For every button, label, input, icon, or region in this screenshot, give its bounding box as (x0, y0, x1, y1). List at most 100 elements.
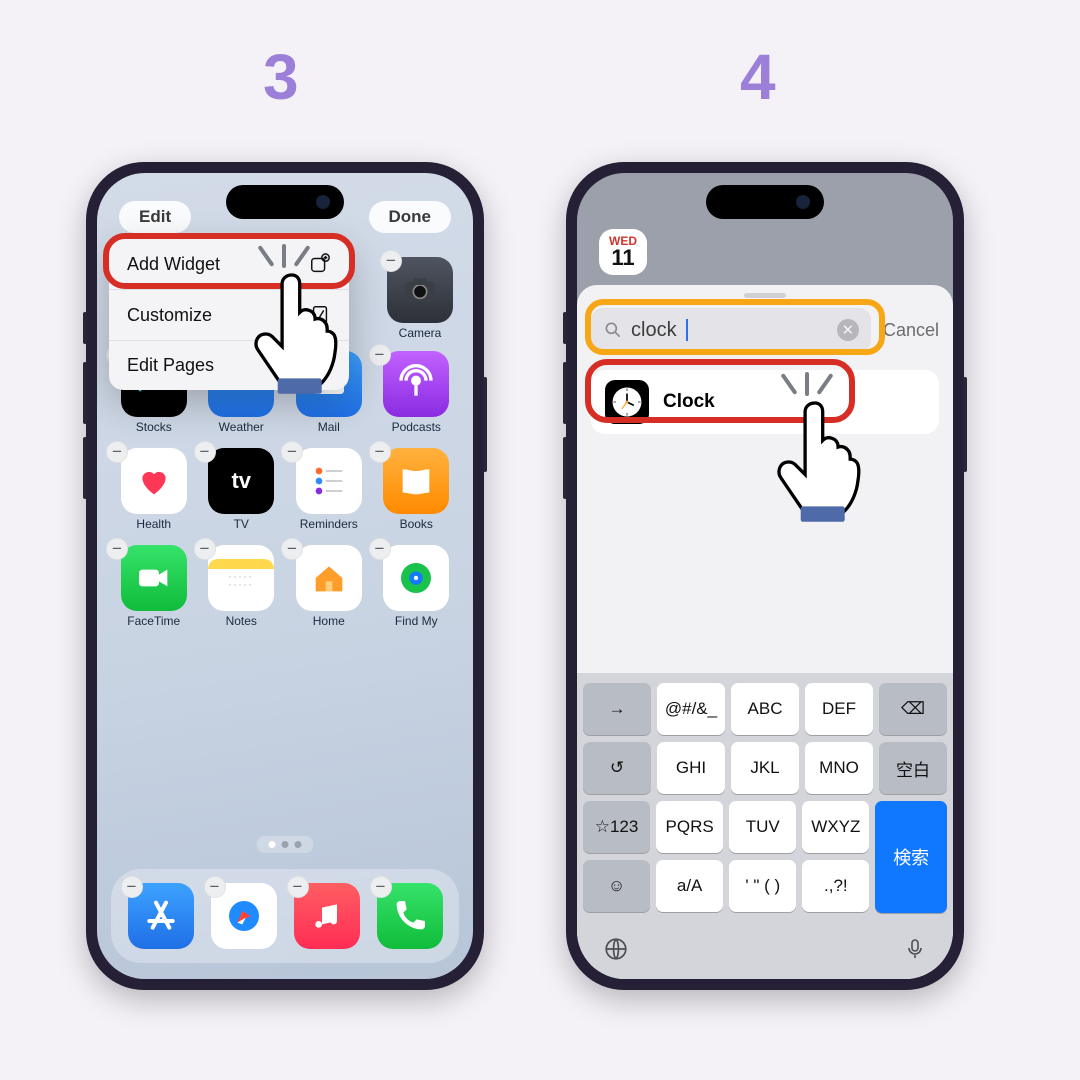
key-def[interactable]: DEF (805, 683, 873, 735)
app-label: Reminders (300, 517, 358, 531)
edit-button[interactable]: Edit (119, 201, 191, 233)
dock-music[interactable]: − (294, 883, 360, 949)
page-indicator[interactable] (257, 836, 314, 853)
phone-step-4: WED 11 clock ✕ Cancel (566, 162, 964, 990)
key-space[interactable]: 空白 (879, 742, 947, 794)
search-result-clock[interactable]: Clock (591, 370, 939, 434)
key-abc[interactable]: ABC (731, 683, 799, 735)
remove-badge-icon[interactable]: − (281, 441, 303, 463)
key-ghi[interactable]: GHI (657, 742, 725, 794)
remove-badge-icon[interactable]: − (204, 876, 226, 898)
key-mno[interactable]: MNO (805, 742, 873, 794)
calendar-widget-peek: WED 11 (599, 229, 647, 275)
search-icon (603, 320, 623, 340)
tap-cursor-icon (771, 392, 881, 529)
key-search[interactable]: 検索 (875, 801, 947, 913)
app-label: Weather (219, 420, 264, 434)
facetime-icon (121, 545, 187, 611)
keyboard: → @#/&_ ABC DEF ⌫ ↺ GHI JKL MNO 空白 (577, 673, 953, 979)
remove-badge-icon[interactable]: − (194, 441, 216, 463)
mic-icon[interactable] (903, 937, 927, 967)
step-number-3: 3 (263, 40, 299, 114)
tap-cursor-icon (248, 264, 358, 401)
key-quotes[interactable]: ' " ( ) (729, 860, 796, 912)
podcasts-icon (383, 351, 449, 417)
key-num-mode[interactable]: ☆123 (583, 801, 650, 853)
key-wxyz[interactable]: WXYZ (802, 801, 869, 853)
menu-add-widget-label: Add Widget (127, 254, 220, 275)
app-health[interactable]: − Health (113, 448, 195, 531)
menu-edit-pages-label: Edit Pages (127, 355, 214, 376)
remove-badge-icon[interactable]: − (369, 344, 391, 366)
phone-step-3: Edit Done Add Widget Customize Edit Page… (86, 162, 484, 990)
app-facetime[interactable]: − FaceTime (113, 545, 195, 628)
key-jkl[interactable]: JKL (731, 742, 799, 794)
books-icon (383, 448, 449, 514)
app-label: FaceTime (127, 614, 180, 628)
key-case[interactable]: a/A (656, 860, 723, 912)
app-reminders[interactable]: − Reminders (288, 448, 370, 531)
app-label: Camera (399, 326, 442, 340)
app-label: TV (234, 517, 249, 531)
screen-step-4: WED 11 clock ✕ Cancel (577, 173, 953, 979)
dock-appstore[interactable]: − (128, 883, 194, 949)
remove-badge-icon[interactable]: − (106, 441, 128, 463)
key-symbols[interactable]: @#/&_ (657, 683, 725, 735)
reminders-icon (296, 448, 362, 514)
cancel-button[interactable]: Cancel (883, 320, 939, 341)
app-label: Health (136, 517, 171, 531)
tv-icon: tv (208, 448, 274, 514)
key-undo[interactable]: ↺ (583, 742, 651, 794)
dynamic-island (706, 185, 824, 219)
text-cursor (686, 319, 688, 341)
search-value: clock (631, 319, 677, 342)
key-punct[interactable]: .,?! (802, 860, 869, 912)
findmy-icon (383, 545, 449, 611)
app-podcasts[interactable]: − Podcasts (376, 351, 458, 434)
widget-search-sheet: clock ✕ Cancel (577, 285, 953, 979)
done-button[interactable]: Done (369, 201, 452, 233)
dock-phone[interactable]: − (377, 883, 443, 949)
dock: − − − − (111, 869, 459, 963)
remove-badge-icon[interactable]: − (106, 538, 128, 560)
app-label: Stocks (136, 420, 172, 434)
menu-customize-label: Customize (127, 305, 212, 326)
globe-icon[interactable] (603, 936, 629, 968)
app-label: Books (400, 517, 433, 531)
key-pqrs[interactable]: PQRS (656, 801, 723, 853)
app-label: Notes (226, 614, 257, 628)
app-label: Mail (318, 420, 340, 434)
remove-badge-icon[interactable]: − (380, 250, 402, 272)
home-icon (296, 545, 362, 611)
remove-badge-icon[interactable]: − (281, 538, 303, 560)
remove-badge-icon[interactable]: − (369, 441, 391, 463)
notes-icon (208, 545, 274, 611)
remove-badge-icon[interactable]: − (287, 876, 309, 898)
remove-badge-icon[interactable]: − (369, 538, 391, 560)
app-home[interactable]: − Home (288, 545, 370, 628)
key-tuv[interactable]: TUV (729, 801, 796, 853)
result-label: Clock (663, 391, 715, 413)
step-number-4: 4 (740, 40, 776, 114)
app-tv[interactable]: − tv TV (201, 448, 283, 531)
remove-badge-icon[interactable]: − (194, 538, 216, 560)
app-books[interactable]: − Books (376, 448, 458, 531)
remove-badge-icon[interactable]: − (370, 876, 392, 898)
app-findmy[interactable]: − Find My (376, 545, 458, 628)
key-backspace[interactable]: ⌫ (879, 683, 947, 735)
app-label: Podcasts (392, 420, 441, 434)
app-label: Home (313, 614, 345, 628)
clock-app-icon (605, 380, 649, 424)
key-emoji[interactable]: ☺ (583, 860, 650, 912)
app-notes[interactable]: − Notes (201, 545, 283, 628)
day-number: 11 (609, 247, 637, 269)
remove-badge-icon[interactable]: − (121, 876, 143, 898)
dynamic-island (226, 185, 344, 219)
app-camera[interactable]: − Camera (387, 257, 453, 340)
dock-safari[interactable]: − (211, 883, 277, 949)
health-icon (121, 448, 187, 514)
search-input[interactable]: clock ✕ (591, 308, 871, 352)
key-next[interactable]: → (583, 683, 651, 735)
app-label: Find My (395, 614, 438, 628)
clear-search-button[interactable]: ✕ (837, 319, 859, 341)
